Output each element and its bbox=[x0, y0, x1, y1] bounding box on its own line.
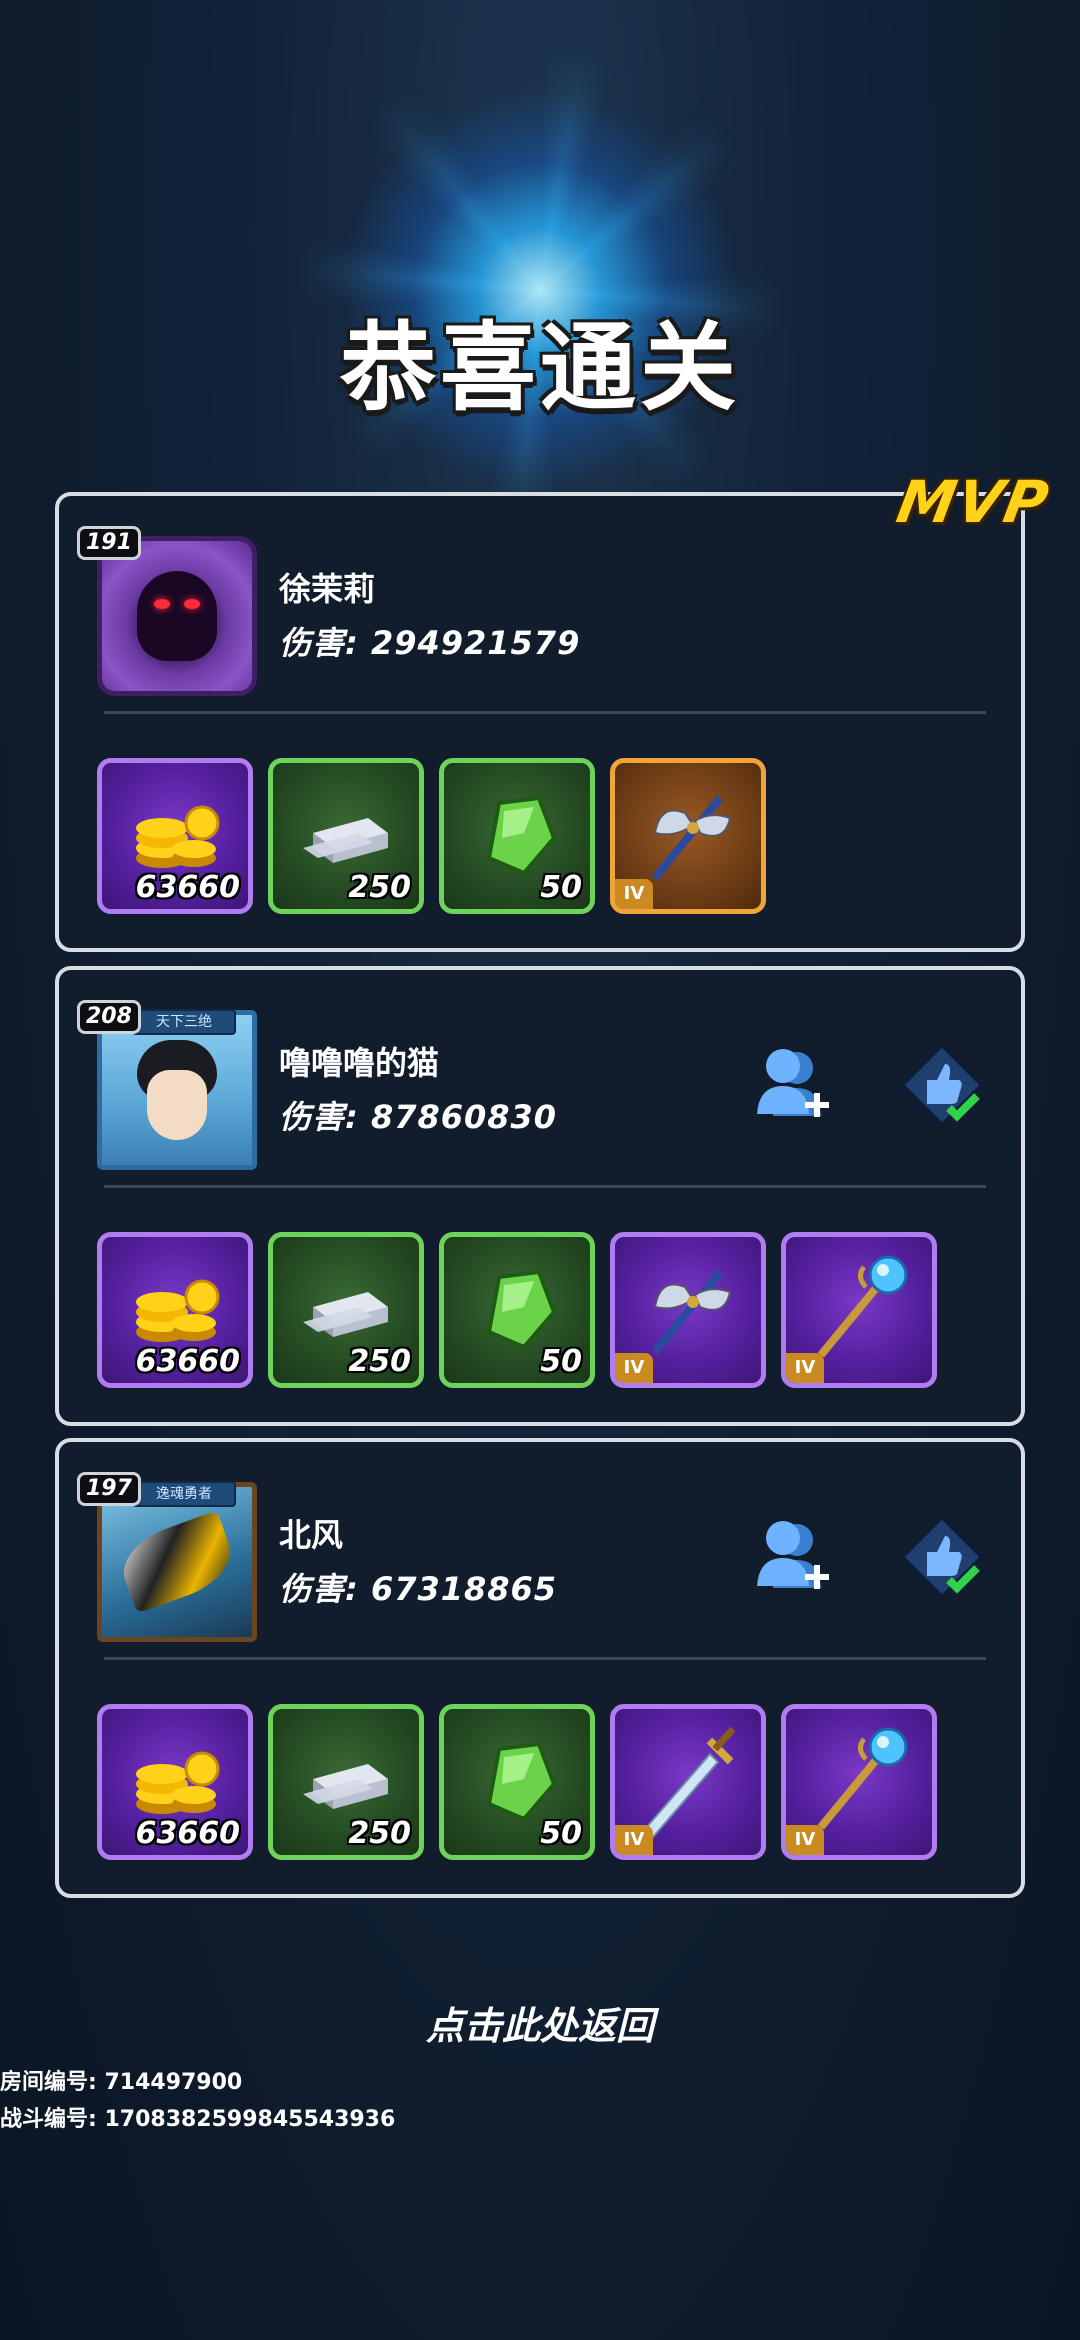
battle-id: 战斗编号: 1708382599845543936 bbox=[0, 2107, 396, 2132]
player-avatar[interactable]: 天下三绝 bbox=[97, 1009, 257, 1170]
item-quantity: 50 bbox=[540, 870, 582, 905]
player-damage: 伤害: 294921579 bbox=[279, 624, 581, 662]
player-avatar[interactable] bbox=[97, 536, 257, 696]
player-card-2: 天下三绝 208 噜噜噜的猫 伤害: 87860830 63660 250 50… bbox=[55, 966, 1025, 1426]
player-name: 徐茉莉 bbox=[279, 570, 376, 608]
player-damage: 伤害: 87860830 bbox=[279, 1098, 558, 1136]
beast-portrait-icon bbox=[113, 1510, 241, 1614]
mvp-badge: MVP bbox=[892, 468, 1056, 536]
reward-item-silver[interactable]: 250 bbox=[268, 1704, 424, 1860]
room-id: 房间编号: 714497900 bbox=[0, 2070, 243, 2095]
player-card-3: 逸魂勇者 197 北风 伤害: 67318865 63660 250 50 IV… bbox=[55, 1438, 1025, 1898]
add-friend-icon[interactable] bbox=[745, 1038, 835, 1128]
item-quantity: 250 bbox=[348, 1816, 411, 1851]
item-quantity: 50 bbox=[540, 1344, 582, 1379]
reward-item-sword[interactable]: IV bbox=[610, 1704, 766, 1860]
reward-item-gold[interactable]: 63660 bbox=[97, 1704, 253, 1860]
reward-item-staff[interactable]: IV bbox=[781, 1232, 937, 1388]
reward-item-silver[interactable]: 250 bbox=[268, 1232, 424, 1388]
avatar-banner: 逸魂勇者 bbox=[132, 1481, 236, 1507]
player-card-1: 191 徐茉莉 伤害: 294921579 63660 250 50 IV bbox=[55, 492, 1025, 952]
item-quantity: 63660 bbox=[135, 1816, 240, 1851]
player-name: 北风 bbox=[279, 1516, 344, 1554]
reward-item-gold[interactable]: 63660 bbox=[97, 1232, 253, 1388]
item-quantity: 250 bbox=[348, 870, 411, 905]
reward-item-gem[interactable]: 50 bbox=[439, 758, 595, 914]
like-thumbs-up-icon[interactable] bbox=[897, 1512, 987, 1602]
player-avatar[interactable]: 逸魂勇者 bbox=[97, 1481, 257, 1642]
like-thumbs-up-icon[interactable] bbox=[897, 1040, 987, 1130]
player-name: 噜噜噜的猫 bbox=[279, 1044, 440, 1082]
reward-item-axe[interactable]: IV bbox=[610, 1232, 766, 1388]
divider bbox=[104, 711, 986, 714]
divider bbox=[104, 1185, 986, 1188]
item-quantity: 63660 bbox=[135, 870, 240, 905]
player-level: 191 bbox=[77, 526, 141, 560]
add-friend-icon[interactable] bbox=[745, 1510, 835, 1600]
character-face-icon bbox=[147, 1070, 207, 1140]
eye-icon bbox=[184, 599, 200, 609]
reward-item-gem[interactable]: 50 bbox=[439, 1704, 595, 1860]
item-tier-badge: IV bbox=[615, 879, 653, 909]
item-quantity: 63660 bbox=[135, 1344, 240, 1379]
reward-item-staff[interactable]: IV bbox=[781, 1704, 937, 1860]
avatar-banner: 天下三绝 bbox=[132, 1009, 236, 1035]
item-tier-badge: IV bbox=[786, 1353, 824, 1383]
item-quantity: 50 bbox=[540, 1816, 582, 1851]
reward-item-gold[interactable]: 63660 bbox=[97, 758, 253, 914]
item-tier-badge: IV bbox=[615, 1353, 653, 1383]
return-button[interactable]: 点击此处返回 bbox=[0, 1995, 1080, 2050]
player-damage: 伤害: 67318865 bbox=[279, 1570, 558, 1608]
divider bbox=[104, 1657, 986, 1660]
item-tier-badge: IV bbox=[615, 1825, 653, 1855]
reward-item-silver[interactable]: 250 bbox=[268, 758, 424, 914]
eye-icon bbox=[154, 599, 170, 609]
page-title: 恭喜通关 bbox=[340, 312, 740, 424]
item-quantity: 250 bbox=[348, 1344, 411, 1379]
player-level: 197 bbox=[77, 1472, 141, 1506]
item-tier-badge: IV bbox=[786, 1825, 824, 1855]
reward-item-gem[interactable]: 50 bbox=[439, 1232, 595, 1388]
player-level: 208 bbox=[77, 1000, 141, 1034]
reward-item-axe[interactable]: IV bbox=[610, 758, 766, 914]
demon-portrait-icon bbox=[137, 571, 217, 661]
